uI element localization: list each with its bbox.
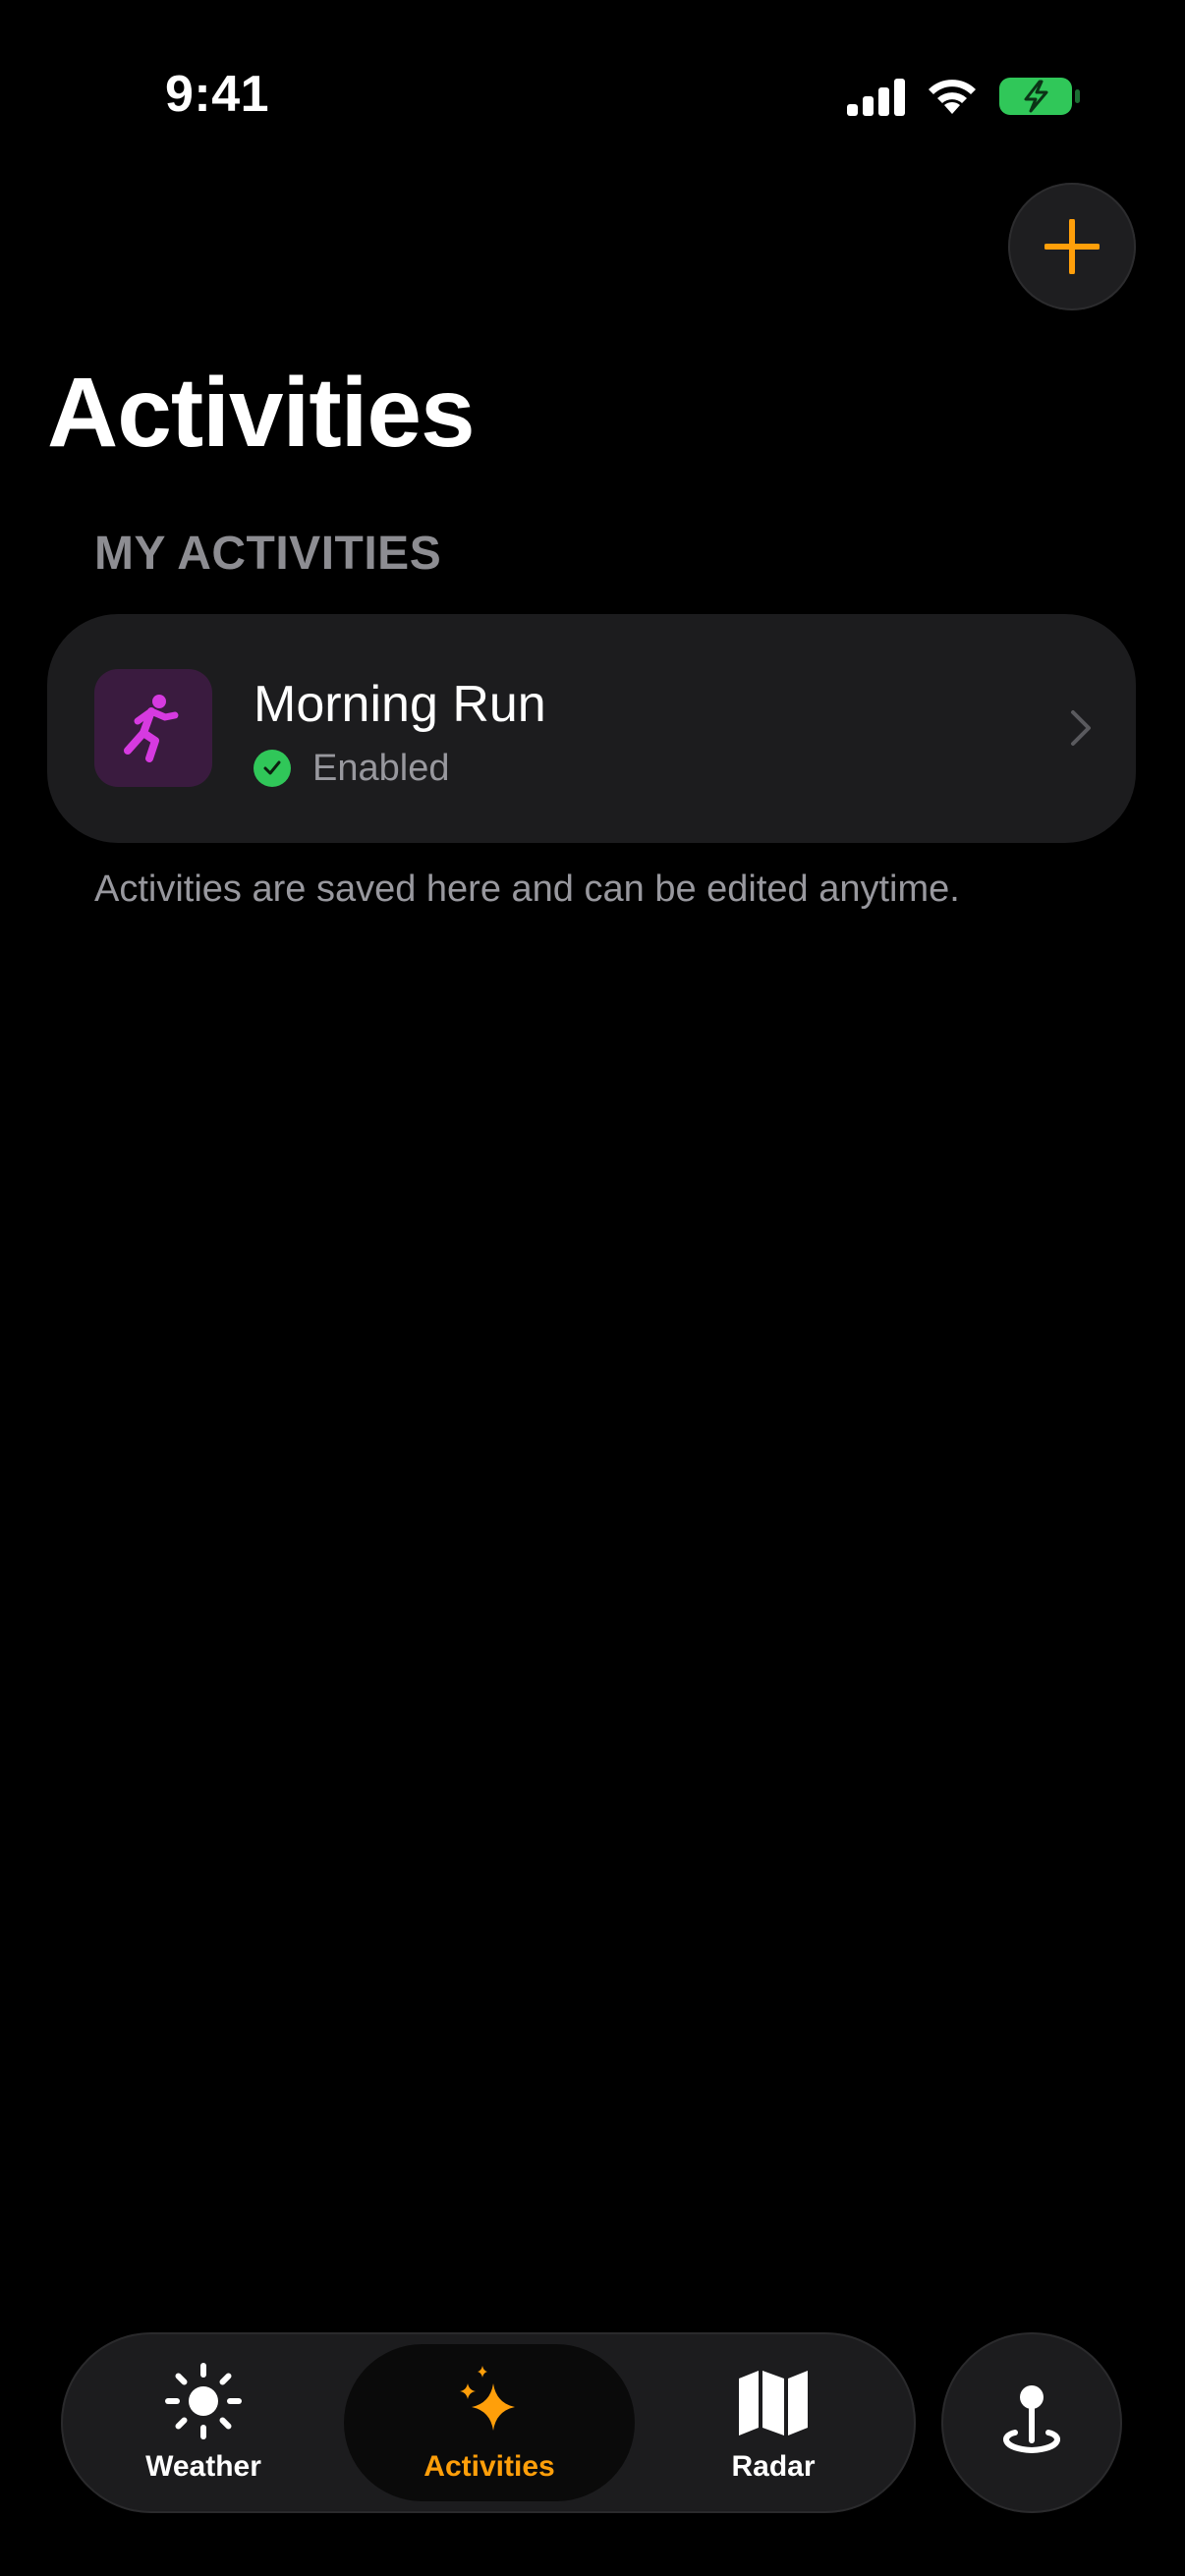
activities-screen: 9:41 Activities MY ACTIVITIES Morning Ru… xyxy=(0,0,1185,2576)
sparkles-icon xyxy=(450,2362,529,2440)
page-title: Activities xyxy=(47,358,476,468)
activity-row-morning-run[interactable]: Morning Run Enabled xyxy=(47,614,1136,843)
map-icon xyxy=(734,2362,813,2440)
tab-weather[interactable]: Weather xyxy=(61,2344,346,2501)
section-footer-note: Activities are saved here and can be edi… xyxy=(94,868,960,910)
battery-charging-icon xyxy=(999,78,1080,115)
location-pin-icon xyxy=(1003,2385,1060,2454)
tab-label: Radar xyxy=(731,2450,816,2483)
activity-icon-tile xyxy=(94,669,212,787)
tab-bar: Weather Activities Radar xyxy=(61,2332,916,2513)
location-button[interactable] xyxy=(941,2332,1122,2513)
activity-name: Morning Run xyxy=(254,676,546,733)
activity-status-label: Enabled xyxy=(312,747,450,789)
wifi-icon xyxy=(929,80,976,114)
tab-activities[interactable]: Activities xyxy=(344,2344,635,2501)
checkmark-circle-icon xyxy=(254,750,291,787)
activity-status: Enabled xyxy=(254,744,449,793)
status-icons xyxy=(847,73,1083,122)
running-figure-icon xyxy=(124,695,179,762)
add-activity-button[interactable] xyxy=(1008,183,1136,310)
plus-icon xyxy=(1044,219,1100,274)
tab-radar[interactable]: Radar xyxy=(631,2344,916,2501)
tab-label: Weather xyxy=(145,2450,261,2483)
tab-label: Activities xyxy=(423,2450,555,2483)
chevron-right-icon xyxy=(1071,710,1091,746)
cellular-signal-icon xyxy=(847,79,905,116)
section-header: MY ACTIVITIES xyxy=(94,528,442,580)
sun-icon xyxy=(164,2362,243,2440)
status-time: 9:41 xyxy=(165,66,270,123)
